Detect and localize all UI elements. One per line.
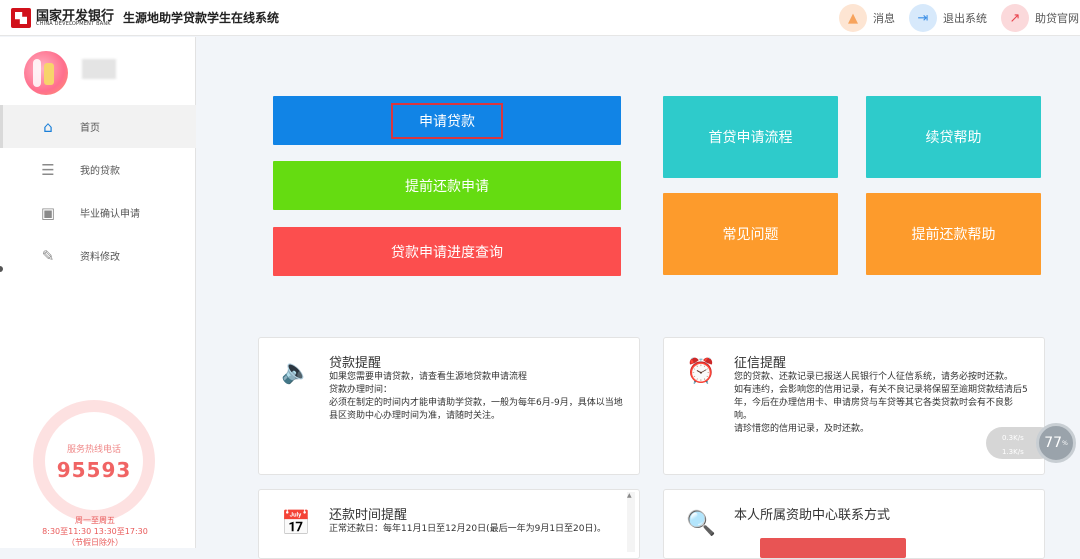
hotline-label: 服务热线电话: [66, 445, 121, 455]
username: [82, 59, 116, 79]
avatar[interactable]: [24, 51, 68, 95]
service-hours-note: （节假日除外）: [67, 538, 123, 547]
hotline-number: 95593: [56, 458, 132, 482]
card-body: 如果您需要申请贷款，请查看生源地贷款申请流程 贷款办理时间： 必须在制定的时间内…: [329, 371, 625, 423]
apply-loan-label: 申请贷款: [391, 102, 503, 139]
card-line: 如果您需要申请贷款，请查看生源地贷款申请流程: [329, 372, 528, 382]
card-line: 您的贷款、还款记录已报送人民银行个人征信系统，请务必按时还款。: [734, 372, 1014, 382]
network-speed-widget[interactable]: 0.3K/s 1.3K/s 77%: [986, 423, 1080, 465]
system-title: 生源地助学贷款学生在线系统: [123, 11, 280, 25]
external-link-icon: ↗: [1001, 4, 1029, 32]
card-title: 本人所属资助中心联系方式: [734, 508, 891, 523]
messages-label: 消息: [873, 12, 895, 25]
bell-icon: ▲: [839, 4, 867, 32]
edit-icon: ✎: [41, 246, 55, 265]
aid-center-contact-card: 🔍 本人所属资助中心联系方式: [663, 489, 1045, 559]
renew-help-button[interactable]: 续贷帮助: [866, 96, 1041, 178]
magnifier-icon: 🔍: [686, 509, 716, 537]
hotline-badge: 服务热线电话 95593: [33, 400, 155, 522]
sidebar-item-my-loans[interactable]: ☰ 我的贷款: [0, 148, 196, 191]
list-icon: ☰: [41, 160, 55, 179]
sidebar: ⌂ 首页 ☰ 我的贷款 ▣ 毕业确认申请 ✎ 资料修改 服务热线电话 95593…: [0, 37, 196, 548]
prepay-apply-button[interactable]: 提前还款申请: [273, 161, 621, 210]
repayment-reminder-card: 📅 还款时间提醒 正常还款日：每年11月1日至12月20日(最后一年为9月1日至…: [258, 489, 640, 559]
alarm-clock-icon: ⏰: [686, 357, 716, 385]
card-line: 必须在制定的时间内才能申请助学贷款，一般为每年6月-9月，具体以当地县区资助中心…: [329, 398, 623, 421]
official-site-label: 助贷官网: [1035, 12, 1079, 25]
sidebar-item-label: 资料修改: [80, 252, 120, 263]
speed-percent-ring: 77%: [1036, 423, 1076, 463]
sidebar-item-label: 我的贷款: [80, 166, 120, 177]
application-progress-button[interactable]: 贷款申请进度查询: [273, 227, 621, 276]
logout-icon: ⇥: [909, 4, 937, 32]
calendar-icon: 📅: [281, 509, 311, 537]
download-speed: 1.3K/s: [1002, 448, 1024, 456]
card-title: 还款时间提醒: [329, 508, 408, 523]
sidebar-item-graduation-confirm[interactable]: ▣ 毕业确认申请: [0, 191, 196, 234]
sidebar-item-profile-edit[interactable]: ✎ 资料修改: [0, 234, 196, 277]
apply-loan-button[interactable]: 申请贷款: [273, 96, 621, 145]
logout-button[interactable]: ⇥ 退出系统: [909, 4, 987, 32]
bank-name-english: CHINA DEVELOPMENT BANK: [36, 21, 111, 27]
logout-label: 退出系统: [943, 12, 987, 25]
first-loan-flow-button[interactable]: 首贷申请流程: [663, 96, 838, 178]
sidebar-item-home[interactable]: ⌂ 首页: [0, 105, 196, 148]
upload-speed: 0.3K/s: [1002, 434, 1024, 442]
sidebar-item-label: 首页: [80, 123, 100, 134]
card-title: 贷款提醒: [329, 356, 382, 371]
official-site-button[interactable]: ↗ 助贷官网: [1001, 4, 1079, 32]
card-line: 如有违约，会影响您的信用记录，有关不良记录将保留至逾期贷款结清后5年，今后在办理…: [734, 385, 1028, 421]
card-scrollbar[interactable]: [627, 492, 635, 552]
sidebar-nav: ⌂ 首页 ☰ 我的贷款 ▣ 毕业确认申请 ✎ 资料修改: [0, 105, 196, 277]
card-line: 正常还款日：每年11月1日至12月20日(最后一年为9月1日至20日)。: [329, 524, 607, 534]
card-body: 正常还款日：每年11月1日至12月20日(最后一年为9月1日至20日)。: [329, 523, 619, 536]
speaker-icon: 🔈: [281, 357, 311, 385]
sidebar-item-label: 毕业确认申请: [80, 209, 140, 220]
card-line: 贷款办理时间：: [329, 385, 393, 395]
inbox-icon: ▣: [40, 203, 56, 222]
home-icon: ⌂: [43, 117, 53, 136]
service-hours-times: 8:30至11:30 13:30至17:30: [42, 527, 148, 536]
loan-reminder-card: 🔈 贷款提醒 如果您需要申请贷款，请查看生源地贷款申请流程 贷款办理时间： 必须…: [258, 337, 640, 475]
messages-button[interactable]: ▲ 消息: [839, 4, 895, 32]
faq-button[interactable]: 常见问题: [663, 193, 838, 275]
service-hours-days: 周一至周五: [75, 516, 115, 525]
bank-logo-icon: [11, 8, 31, 28]
service-hours: 周一至周五 8:30至11:30 13:30至17:30 （节假日除外）: [30, 515, 160, 548]
card-title: 征信提醒: [734, 356, 787, 371]
prepay-help-button[interactable]: 提前还款帮助: [866, 193, 1041, 275]
contact-button[interactable]: [760, 538, 906, 558]
speed-percent-unit: %: [1062, 439, 1068, 447]
speed-percent: 77: [1044, 435, 1063, 451]
top-bar: 国家开发银行 CHINA DEVELOPMENT BANK 生源地助学贷款学生在…: [0, 0, 1080, 36]
